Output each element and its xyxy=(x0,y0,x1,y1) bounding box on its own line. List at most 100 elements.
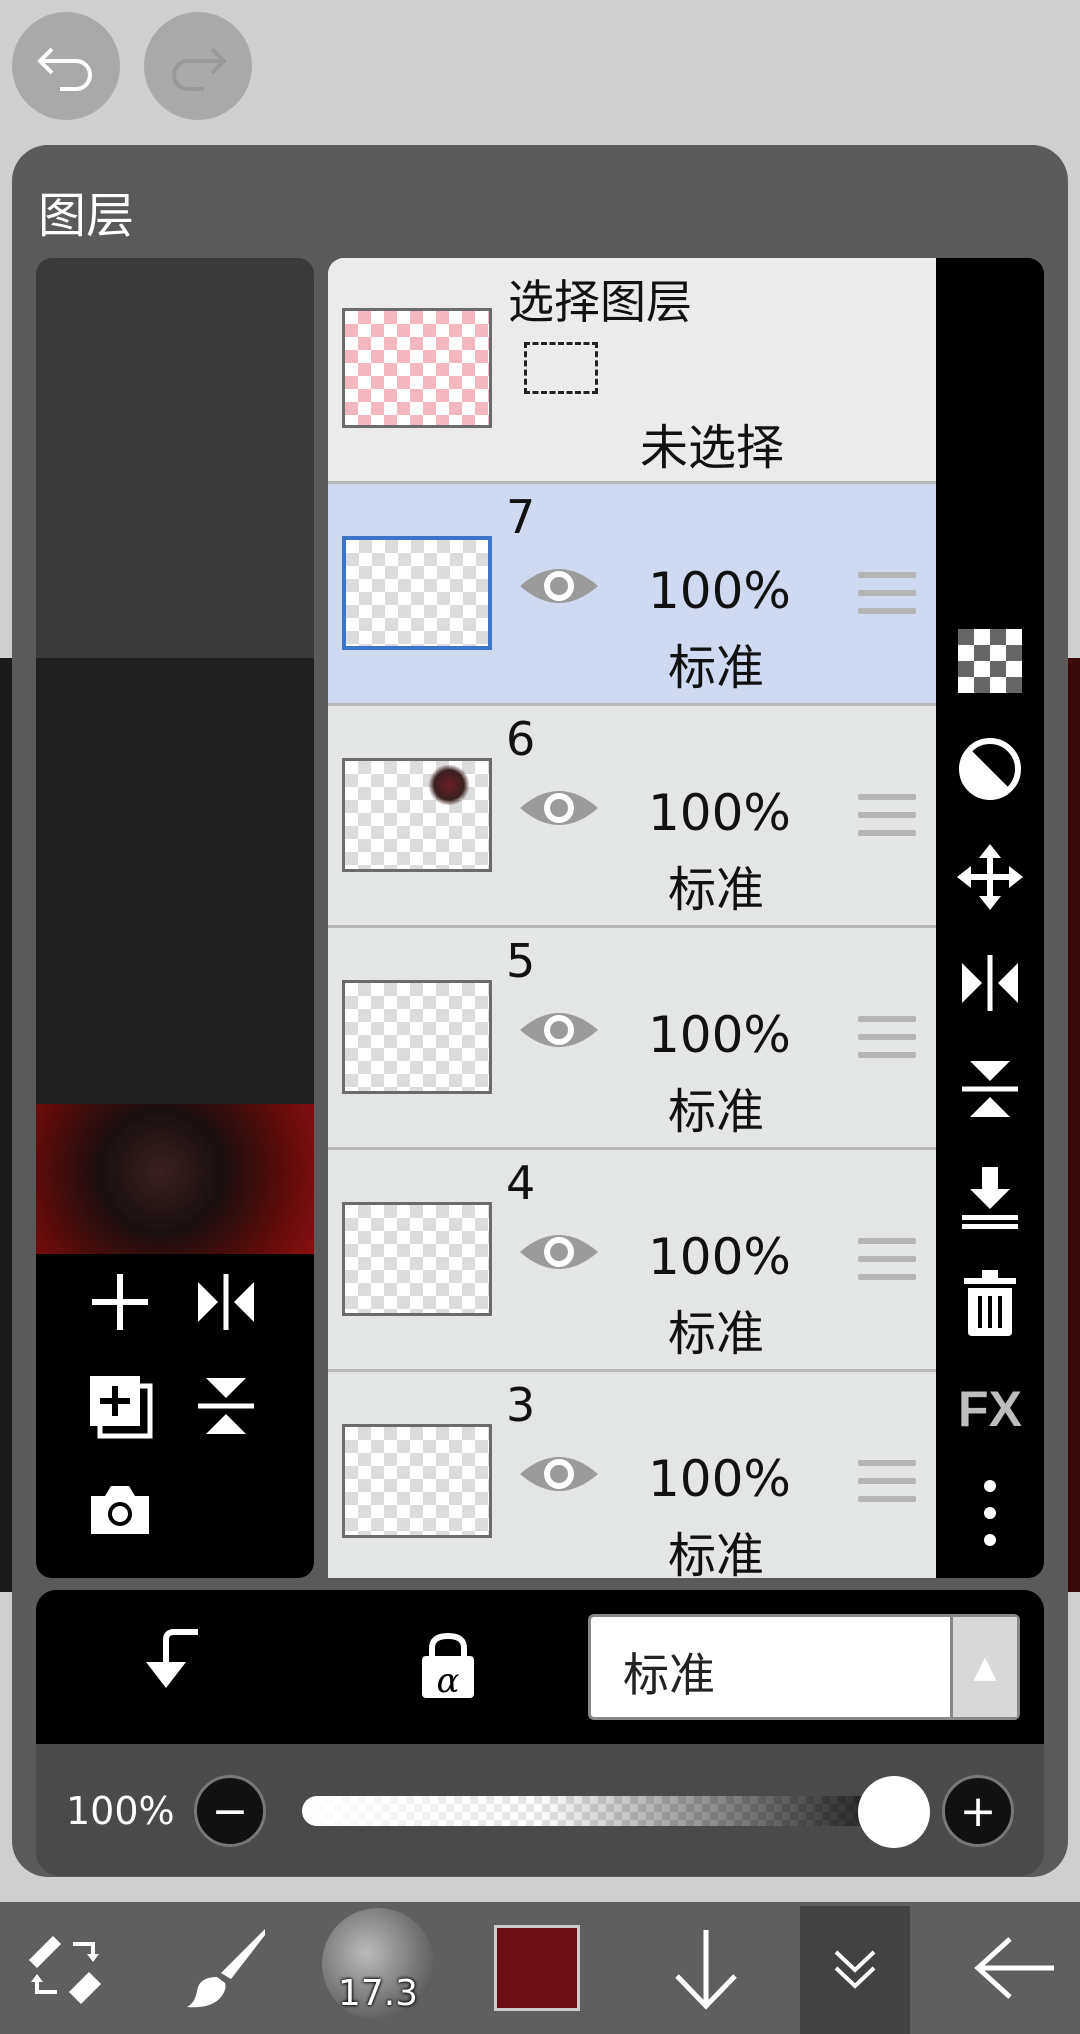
layer-row[interactable]: 7 100% 标准 xyxy=(328,484,936,706)
layer-blend-mode: 标准 xyxy=(668,1528,765,1578)
undo-icon xyxy=(37,47,92,91)
layer-thumbnail xyxy=(342,536,492,650)
layer-number: 7 xyxy=(506,490,536,544)
arrow-left-icon xyxy=(974,1937,1054,1999)
drag-handle-icon[interactable] xyxy=(858,572,916,626)
layer-opacity: 100% xyxy=(648,1450,791,1508)
eye-icon[interactable] xyxy=(518,1004,600,1056)
redo-button[interactable] xyxy=(144,12,252,120)
double-chevron-down-icon xyxy=(834,1950,876,1989)
eye-icon[interactable] xyxy=(518,560,600,612)
undo-button[interactable] xyxy=(12,12,120,120)
flip-vertical-icon xyxy=(962,1061,1018,1117)
clipping-icon xyxy=(146,1629,198,1688)
eye-icon[interactable] xyxy=(518,782,600,834)
layer-opacity: 100% xyxy=(648,1228,791,1286)
camera-icon xyxy=(91,1486,149,1534)
layer-number: 3 xyxy=(506,1378,536,1432)
left-column xyxy=(36,258,314,1578)
layer-row[interactable]: 3 100% 标准 xyxy=(328,1372,936,1578)
add-layer-button[interactable] xyxy=(80,1262,160,1342)
blend-mode-value: 标准 xyxy=(623,1648,715,1702)
drag-handle-icon[interactable] xyxy=(858,794,916,848)
layer-list[interactable]: 选择图层 未选择 7 100% 标准 6 100% 标准 5 100% 标准 4… xyxy=(328,258,936,1578)
flip-vertical-icon xyxy=(198,1378,254,1434)
redo-icon xyxy=(172,47,227,91)
layer-thumbnail xyxy=(342,758,492,872)
layer-blend-mode: 标准 xyxy=(668,1306,765,1362)
dropdown-arrow-icon: ▲ xyxy=(950,1617,1017,1717)
brush-size-button[interactable]: 17.3 xyxy=(322,1908,434,2020)
move-button[interactable] xyxy=(936,832,1044,922)
transparency-button[interactable] xyxy=(936,616,1044,706)
layer-number: 4 xyxy=(506,1156,536,1210)
drag-handle-icon[interactable] xyxy=(858,1460,916,1514)
trash-icon xyxy=(964,1270,1016,1336)
layer-tools-strip: FX xyxy=(936,258,1044,1578)
opacity-increase-button[interactable]: + xyxy=(942,1775,1014,1847)
layer-opacity: 100% xyxy=(648,784,791,842)
selection-layer-title: 选择图层 xyxy=(508,275,692,329)
eye-icon[interactable] xyxy=(518,1226,600,1278)
flip-horizontal-icon xyxy=(198,1274,254,1330)
clipping-button[interactable] xyxy=(140,1626,202,1700)
layer-row[interactable]: 4 100% 标准 xyxy=(328,1150,936,1372)
svg-text:α: α xyxy=(437,1661,460,1700)
merge-down-button[interactable] xyxy=(936,1152,1044,1242)
layer-blend-mode: 标准 xyxy=(668,1084,765,1140)
selection-marquee-icon xyxy=(524,342,598,394)
drag-handle-icon[interactable] xyxy=(858,1238,916,1292)
more-button[interactable] xyxy=(936,1468,1044,1558)
canvas-preview[interactable] xyxy=(36,1104,314,1254)
merge-down-icon xyxy=(962,1167,1018,1229)
layer-number: 6 xyxy=(506,712,536,766)
arrow-down-icon xyxy=(675,1930,737,2010)
layers-button[interactable] xyxy=(800,1902,910,2034)
flip-vertical-layer-button[interactable] xyxy=(936,1044,1044,1134)
brush-size-value: 17.3 xyxy=(337,1973,419,2014)
selection-thumbnail xyxy=(342,308,492,428)
selection-status: 未选择 xyxy=(640,420,785,476)
alpha-lock-button[interactable]: α xyxy=(418,1632,478,1704)
eye-icon[interactable] xyxy=(518,1448,600,1500)
layer-down-button[interactable] xyxy=(656,1902,756,2034)
layer-blend-mode: 标准 xyxy=(668,640,765,696)
opacity-label: 100% xyxy=(66,1789,175,1833)
tool-switch-button[interactable] xyxy=(20,1902,110,2034)
flip-horizontal-button[interactable] xyxy=(186,1262,266,1342)
layer-row[interactable]: 5 100% 标准 xyxy=(328,928,936,1150)
fx-button[interactable]: FX xyxy=(936,1364,1044,1454)
layer-number: 5 xyxy=(506,934,536,988)
opacity-decrease-button[interactable]: − xyxy=(194,1775,266,1847)
checker-icon xyxy=(958,629,1022,693)
flip-horizontal-icon xyxy=(962,955,1018,1011)
blend-mode-select[interactable]: 标准 ▲ xyxy=(588,1614,1020,1720)
back-button[interactable] xyxy=(966,1902,1066,2034)
plus-icon xyxy=(92,1274,148,1330)
layer-thumbnail xyxy=(342,1202,492,1316)
layer-opacity: 100% xyxy=(648,1006,791,1064)
camera-button[interactable] xyxy=(80,1470,160,1550)
color-swatch[interactable] xyxy=(494,1925,580,2011)
layer-thumbnail xyxy=(342,980,492,1094)
layer-thumbnail xyxy=(342,1424,492,1538)
brush-button[interactable] xyxy=(176,1902,276,2034)
contrast-icon xyxy=(959,738,1021,800)
layer-opacity: 100% xyxy=(648,562,791,620)
brush-eraser-swap-icon xyxy=(29,1936,101,2004)
left-toolbox xyxy=(36,1254,314,1578)
layer-row[interactable]: 6 100% 标准 xyxy=(328,706,936,928)
flip-vertical-button[interactable] xyxy=(186,1366,266,1446)
drag-handle-icon[interactable] xyxy=(858,1016,916,1070)
brush-icon xyxy=(187,1929,265,2008)
panel-title: 图层 xyxy=(38,188,135,244)
opacity-slider[interactable] xyxy=(302,1796,892,1826)
more-icon xyxy=(984,1480,996,1546)
add-folder-button[interactable] xyxy=(80,1366,160,1446)
delete-layer-button[interactable] xyxy=(936,1258,1044,1348)
duplicate-layer-icon xyxy=(90,1376,153,1439)
adjust-button[interactable] xyxy=(936,724,1044,814)
opacity-slider-knob[interactable] xyxy=(858,1776,930,1848)
selection-layer-row[interactable]: 选择图层 未选择 xyxy=(328,258,936,484)
flip-horizontal-layer-button[interactable] xyxy=(936,938,1044,1028)
